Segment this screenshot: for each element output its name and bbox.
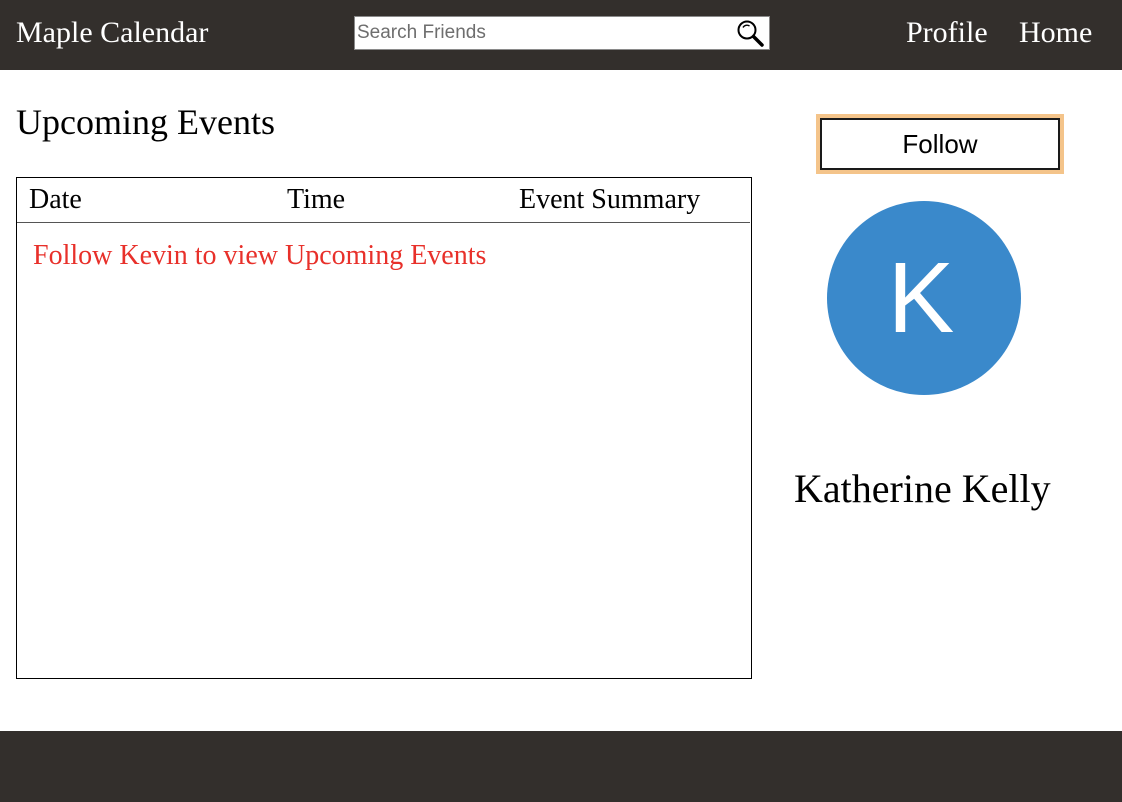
avatar: K: [827, 201, 1021, 395]
top-navigation-bar: Maple Calendar Profile Home: [0, 0, 1122, 70]
column-header-time: Time: [287, 184, 346, 215]
profile-name: Katherine Kelly: [794, 466, 1051, 511]
follow-button-label: Follow: [820, 118, 1060, 170]
events-table: Date Time Event Summary Follow Kevin to …: [16, 177, 752, 679]
search-input[interactable]: [357, 19, 727, 47]
search-icon[interactable]: [735, 19, 765, 49]
search-box: [354, 16, 770, 50]
events-table-header: Date Time Event Summary: [17, 178, 750, 223]
nav-home-link[interactable]: Home: [1019, 14, 1092, 52]
column-header-date: Date: [29, 184, 82, 215]
avatar-initial: K: [887, 242, 955, 354]
events-empty-message: Follow Kevin to view Upcoming Events: [33, 240, 487, 271]
column-header-event-summary: Event Summary: [519, 184, 701, 215]
nav-profile-link[interactable]: Profile: [906, 14, 988, 52]
follow-button[interactable]: Follow: [816, 114, 1064, 174]
app-brand[interactable]: Maple Calendar: [16, 14, 208, 52]
upcoming-events-title: Upcoming Events: [16, 102, 275, 142]
footer-bar: [0, 731, 1122, 802]
